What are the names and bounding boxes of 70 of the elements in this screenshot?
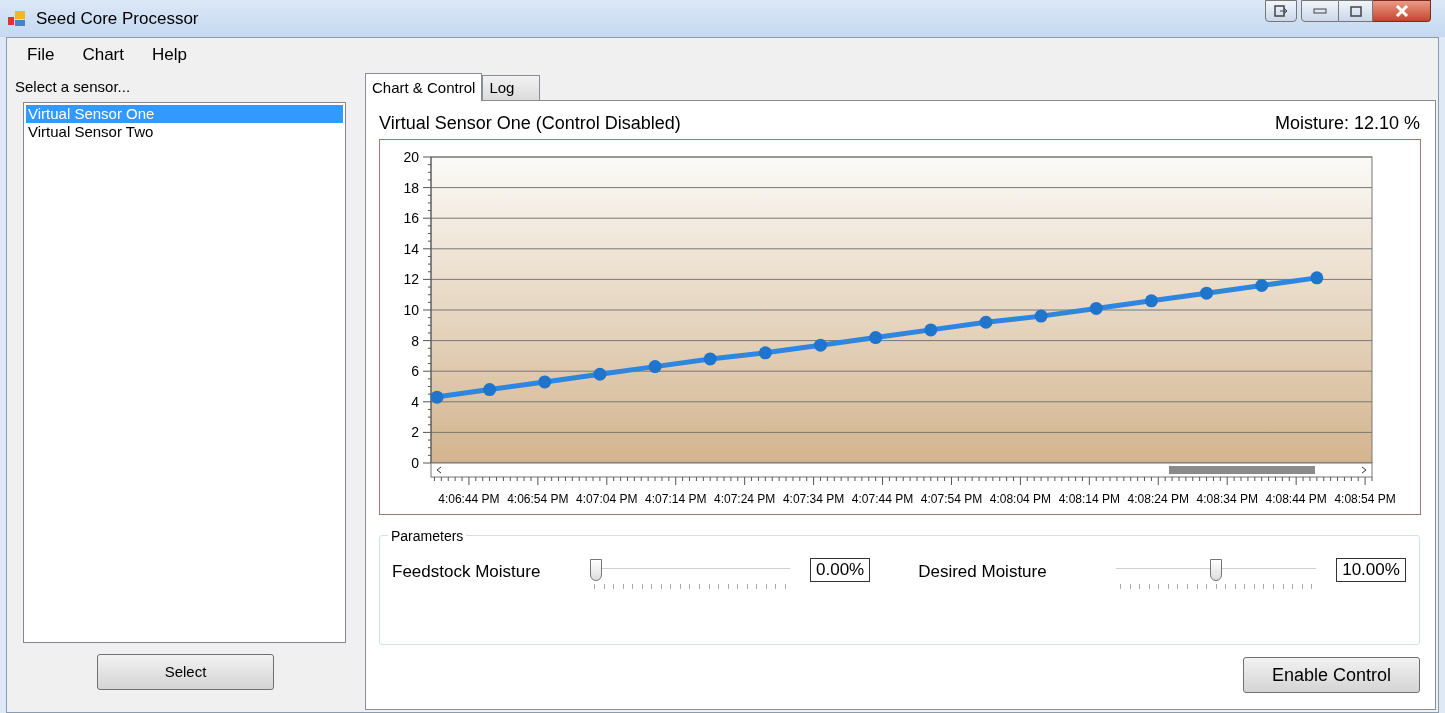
- y-tick-label: 6: [411, 363, 419, 380]
- menu-item[interactable]: Help: [142, 42, 197, 68]
- app-icon: [8, 10, 26, 27]
- y-tick-label: 18: [403, 179, 419, 196]
- chart-scrollbar[interactable]: [430, 462, 1373, 478]
- y-tick-label: 14: [403, 240, 419, 257]
- data-point: [1089, 301, 1103, 315]
- slider-label: Feedstock Moisture: [392, 561, 542, 583]
- data-point: [703, 352, 717, 366]
- value-field: 0.00%: [810, 558, 871, 582]
- moisture-reading: Moisture: 12.10 %: [1274, 112, 1420, 135]
- enable-control-button[interactable]: Enable Control: [1243, 657, 1420, 693]
- data-point: [979, 315, 993, 329]
- maximize-button[interactable]: [1339, 0, 1373, 22]
- data-point: [1200, 286, 1214, 300]
- close-button[interactable]: [1373, 0, 1431, 22]
- x-tick-label: 4:08:04 PM: [989, 492, 1052, 506]
- restore-button[interactable]: [1265, 0, 1297, 22]
- window-title: Seed Core Processor: [36, 7, 199, 30]
- slider-thumb[interactable]: [590, 559, 602, 581]
- data-point: [1255, 279, 1269, 292]
- y-tick-label: 4: [411, 393, 419, 410]
- x-tick-label: 4:08:44 PM: [1265, 492, 1327, 506]
- minimize-button[interactable]: [1301, 0, 1339, 22]
- data-point: [924, 323, 938, 337]
- x-tick-label: 4:08:14 PM: [1058, 492, 1121, 506]
- list-label: Select a sensor...: [15, 77, 132, 97]
- x-tick-label: 4:07:34 PM: [782, 492, 845, 506]
- close-icon: [1394, 5, 1409, 17]
- data-point: [1310, 271, 1324, 285]
- x-tick-label: 4:08:24 PM: [1127, 492, 1189, 506]
- y-tick-label: 0: [411, 455, 419, 471]
- tab[interactable]: Chart & Control: [365, 73, 483, 101]
- data-point: [1034, 309, 1048, 323]
- data-point: [538, 375, 552, 389]
- x-tick-label: 4:06:54 PM: [507, 492, 569, 506]
- data-point: [430, 390, 444, 404]
- menu-item[interactable]: Chart: [72, 42, 134, 68]
- data-point: [758, 346, 772, 360]
- value-field: 10.00%: [1336, 558, 1406, 582]
- menu-item[interactable]: File: [17, 42, 65, 68]
- minimize-icon: [1313, 8, 1327, 14]
- data-point: [869, 331, 883, 345]
- data-point: [814, 338, 827, 352]
- y-tick-label: 10: [403, 302, 419, 318]
- data-point: [483, 383, 497, 397]
- x-tick-label: 4:07:54 PM: [920, 492, 983, 506]
- data-point: [648, 360, 662, 374]
- x-tick-label: 4:08:34 PM: [1196, 492, 1258, 506]
- data-point: [593, 367, 607, 381]
- slider-thumb[interactable]: [1210, 559, 1223, 581]
- data-point: [1144, 294, 1158, 308]
- y-tick-label: 12: [403, 271, 419, 288]
- y-tick-label: 20: [403, 149, 419, 165]
- x-tick-label: 4:07:24 PM: [714, 492, 776, 506]
- y-tick-label: 2: [411, 424, 419, 441]
- tab[interactable]: Log: [482, 75, 541, 100]
- maximize-icon: [1349, 5, 1362, 17]
- list-item[interactable]: Virtual Sensor Two: [26, 123, 343, 141]
- y-tick-label: 16: [403, 210, 419, 227]
- x-tick-label: 4:06:44 PM: [438, 492, 500, 506]
- x-tick-label: 4:07:04 PM: [576, 492, 638, 506]
- chart-title: Virtual Sensor One (Control Disabled): [379, 112, 681, 135]
- y-tick-label: 8: [411, 332, 419, 349]
- window-icon: [1274, 5, 1288, 17]
- x-tick-label: 4:07:14 PM: [645, 492, 707, 506]
- select-button[interactable]: Select: [97, 654, 274, 690]
- slider-label: Desired Moisture: [918, 561, 1048, 583]
- x-tick-label: 4:07:44 PM: [851, 492, 914, 506]
- x-tick-label: 4:08:54 PM: [1334, 492, 1396, 506]
